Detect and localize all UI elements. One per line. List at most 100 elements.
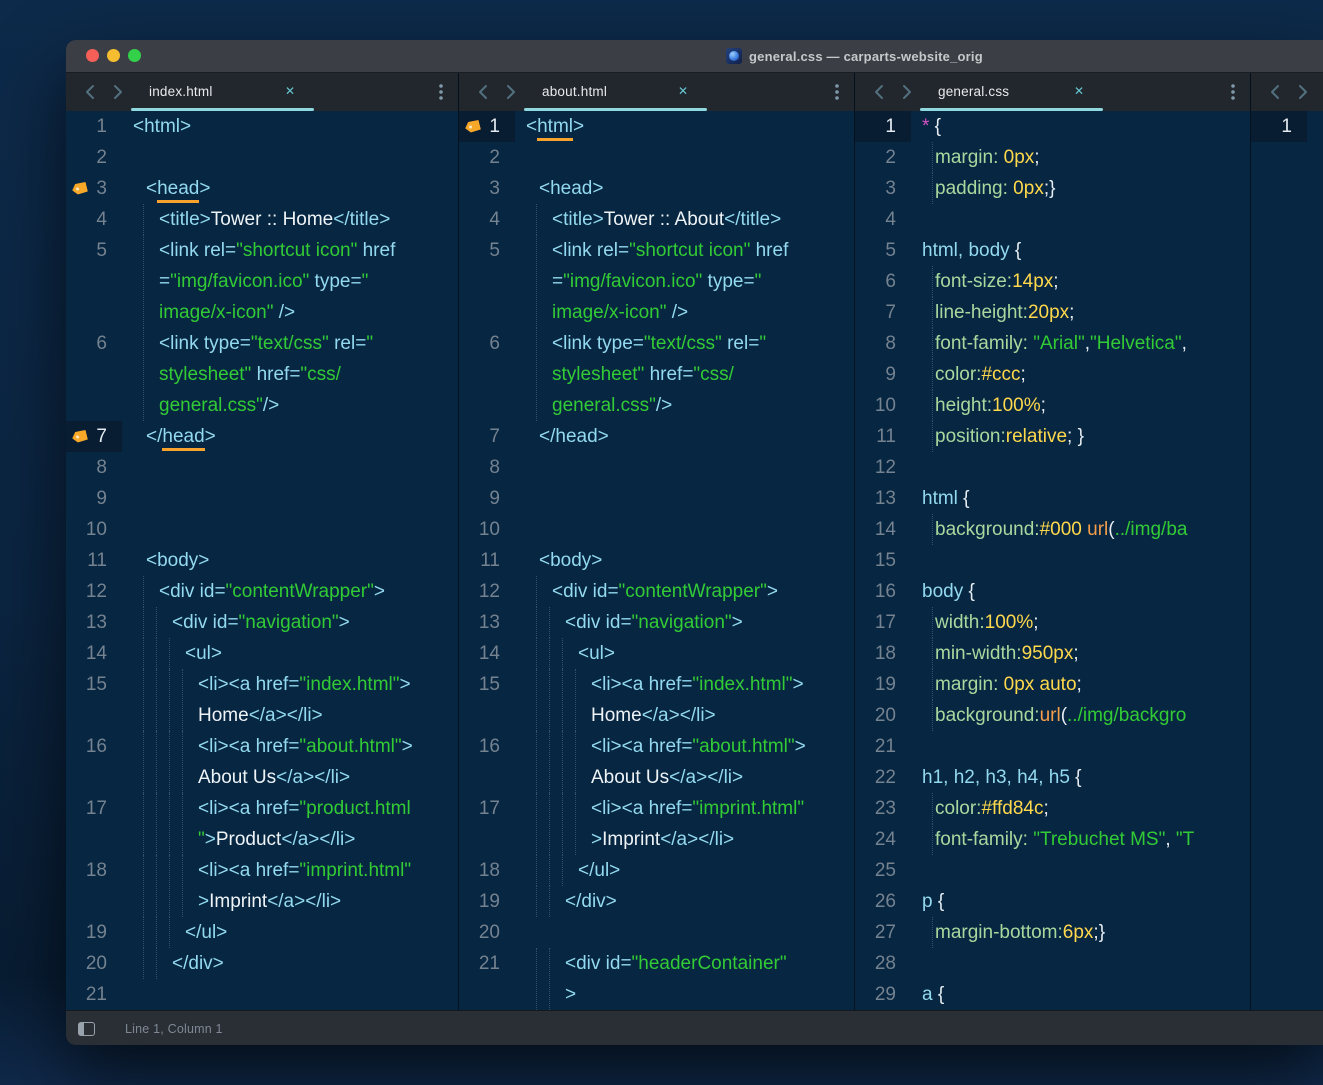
code-content[interactable]: margin: 0px auto; bbox=[911, 669, 1250, 700]
code-row[interactable]: stylesheet" href="css/ bbox=[122, 359, 458, 390]
ellipsis-icon[interactable] bbox=[438, 83, 444, 101]
code-content[interactable]: font-family: "Arial","Helvetica", bbox=[911, 328, 1250, 359]
code-row[interactable]: <li><a href="product.html bbox=[122, 793, 458, 824]
gutter[interactable]: 18 bbox=[459, 855, 515, 886]
code-content[interactable]: padding: 0px;} bbox=[911, 173, 1250, 204]
gutter[interactable]: 3 bbox=[459, 173, 515, 204]
code-row[interactable]: <head> bbox=[515, 173, 854, 204]
code-content[interactable]: height:100%; bbox=[911, 390, 1250, 421]
tab-index.html[interactable]: index.html bbox=[149, 73, 213, 109]
code-content[interactable] bbox=[911, 452, 1250, 483]
code-row[interactable]: min-width:950px; bbox=[911, 638, 1250, 669]
gutter[interactable]: 25 bbox=[855, 855, 911, 886]
code-row[interactable]: general.css"/> bbox=[122, 390, 458, 421]
code-row[interactable]: >Imprint</a></li> bbox=[515, 824, 854, 855]
chevron-right-icon[interactable] bbox=[901, 84, 913, 100]
gutter[interactable]: 20 bbox=[855, 700, 911, 731]
code-row[interactable]: </div> bbox=[122, 948, 458, 979]
code-row[interactable]: <li><a href="imprint.html" bbox=[515, 793, 854, 824]
gutter[interactable]: 16 bbox=[459, 731, 515, 793]
gutter[interactable]: 20 bbox=[66, 948, 122, 979]
code-content[interactable]: * { bbox=[911, 111, 1250, 142]
gutter[interactable]: 10 bbox=[459, 514, 515, 545]
code-content[interactable] bbox=[1307, 111, 1323, 142]
code-content[interactable]: </head> bbox=[122, 421, 458, 452]
gutter[interactable]: 1 bbox=[66, 111, 122, 142]
code-row[interactable]: <ul> bbox=[515, 638, 854, 669]
code-row[interactable]: <div id="navigation"> bbox=[122, 607, 458, 638]
code-row[interactable]: </head> bbox=[515, 421, 854, 452]
code-content[interactable]: <div id="headerContainer"> bbox=[515, 948, 854, 1010]
gutter[interactable]: 1 bbox=[1251, 111, 1307, 142]
chevron-left-icon[interactable] bbox=[873, 84, 885, 100]
gutter[interactable]: 12 bbox=[855, 452, 911, 483]
tag-marker-icon[interactable] bbox=[464, 119, 481, 133]
code-row[interactable]: stylesheet" href="css/ bbox=[515, 359, 854, 390]
code-content[interactable]: p { bbox=[911, 886, 1250, 917]
code-content[interactable]: color:#ffd84c; bbox=[911, 793, 1250, 824]
code-content[interactable]: <div id="contentWrapper"> bbox=[122, 576, 458, 607]
code-row[interactable]: About Us</a></li> bbox=[122, 762, 458, 793]
code-content[interactable]: <link type="text/css" rel="stylesheet" h… bbox=[122, 328, 458, 421]
code-content[interactable]: html { bbox=[911, 483, 1250, 514]
gutter[interactable]: 1 bbox=[855, 111, 911, 142]
gutter[interactable]: 12 bbox=[66, 576, 122, 607]
gutter[interactable]: 19 bbox=[66, 917, 122, 948]
gutter[interactable]: 15 bbox=[855, 545, 911, 576]
code-row[interactable]: <link type="text/css" rel=" bbox=[515, 328, 854, 359]
code-content[interactable]: position:relative; } bbox=[911, 421, 1250, 452]
gutter[interactable]: 11 bbox=[459, 545, 515, 576]
gutter[interactable]: 18 bbox=[66, 855, 122, 917]
gutter[interactable]: 13 bbox=[855, 483, 911, 514]
gutter[interactable]: 14 bbox=[459, 638, 515, 669]
code-content[interactable] bbox=[515, 483, 854, 514]
code-content[interactable]: html, body { bbox=[911, 235, 1250, 266]
gutter[interactable]: 17 bbox=[855, 607, 911, 638]
code-row[interactable]: <div id="navigation"> bbox=[515, 607, 854, 638]
code-content[interactable]: <li><a href="index.html">Home</a></li> bbox=[515, 669, 854, 731]
gutter[interactable]: 4 bbox=[66, 204, 122, 235]
code-row[interactable]: <div id="contentWrapper"> bbox=[122, 576, 458, 607]
tag-marker-icon[interactable] bbox=[71, 181, 88, 195]
code-row[interactable]: <link rel="shortcut icon" href bbox=[122, 235, 458, 266]
code-editor[interactable]: 1* {2margin: 0px;3padding: 0px;}45html, … bbox=[855, 111, 1250, 1010]
ellipsis-icon[interactable] bbox=[834, 83, 840, 101]
zoom-window-button[interactable] bbox=[128, 49, 141, 62]
code-row[interactable]: <ul> bbox=[122, 638, 458, 669]
gutter[interactable]: 7 bbox=[855, 297, 911, 328]
gutter[interactable]: 11 bbox=[855, 421, 911, 452]
gutter[interactable]: 10 bbox=[855, 390, 911, 421]
code-content[interactable]: background:#000 url(../img/ba bbox=[911, 514, 1250, 545]
code-row[interactable]: ">Product</a></li> bbox=[122, 824, 458, 855]
chevron-right-icon[interactable] bbox=[1297, 84, 1309, 100]
code-content[interactable]: <li><a href="about.html">About Us</a></l… bbox=[515, 731, 854, 793]
code-content[interactable]: <li><a href="imprint.html">Imprint</a></… bbox=[122, 855, 458, 917]
gutter[interactable]: 14 bbox=[855, 514, 911, 545]
code-row[interactable]: <li><a href="about.html"> bbox=[122, 731, 458, 762]
code-content[interactable] bbox=[515, 142, 854, 173]
code-content[interactable] bbox=[122, 483, 458, 514]
code-content[interactable]: <ul> bbox=[122, 638, 458, 669]
chevron-right-icon[interactable] bbox=[112, 84, 124, 100]
code-row[interactable]: ="img/favicon.ico" type=" bbox=[122, 266, 458, 297]
code-row[interactable]: font-size:14px; bbox=[911, 266, 1250, 297]
code-row[interactable] bbox=[122, 514, 458, 545]
title-bar[interactable]: general.css — carparts-website_orig bbox=[66, 40, 1323, 73]
code-row[interactable]: <body> bbox=[515, 545, 854, 576]
code-row[interactable]: Home</a></li> bbox=[515, 700, 854, 731]
code-content[interactable] bbox=[515, 514, 854, 545]
code-row[interactable]: <title>Tower :: About</title> bbox=[515, 204, 854, 235]
gutter[interactable]: 6 bbox=[855, 266, 911, 297]
code-row[interactable] bbox=[911, 731, 1250, 762]
code-row[interactable]: image/x-icon" /> bbox=[122, 297, 458, 328]
code-content[interactable]: <li><a href="index.html">Home</a></li> bbox=[122, 669, 458, 731]
code-row[interactable]: > bbox=[515, 979, 854, 1010]
gutter[interactable]: 5 bbox=[459, 235, 515, 328]
code-row[interactable]: line-height:20px; bbox=[911, 297, 1250, 328]
code-content[interactable]: margin: 0px; bbox=[911, 142, 1250, 173]
gutter[interactable]: 16 bbox=[855, 576, 911, 607]
gutter[interactable]: 23 bbox=[855, 793, 911, 824]
gutter[interactable]: 21 bbox=[459, 948, 515, 1010]
code-row[interactable]: >Imprint</a></li> bbox=[122, 886, 458, 917]
code-row[interactable]: background:#000 url(../img/ba bbox=[911, 514, 1250, 545]
